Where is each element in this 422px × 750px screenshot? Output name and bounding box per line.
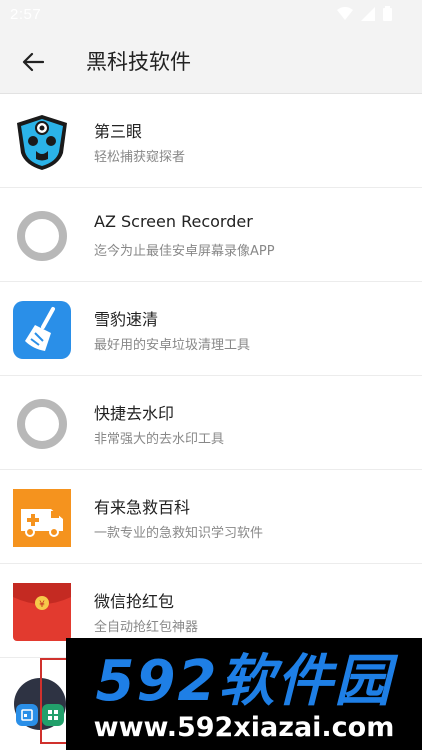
wifi-icon xyxy=(337,6,353,20)
item-title: 快捷去水印 xyxy=(94,404,175,423)
watermark-logo: 592软件园 xyxy=(96,649,399,712)
placeholder-ring-icon xyxy=(16,398,67,449)
watermark-url: www.592xiazai.com xyxy=(93,712,395,743)
red-envelope-icon: ¥ xyxy=(12,582,71,641)
item-title: AZ Screen Recorder xyxy=(94,212,253,231)
arrow-left-icon xyxy=(22,52,44,72)
site-watermark: 592软件园 www.592xiazai.com xyxy=(66,638,422,750)
page-title: 黑科技软件 xyxy=(86,50,191,74)
window-icon[interactable] xyxy=(16,704,38,726)
floating-selection-frame xyxy=(40,658,66,744)
app-icon xyxy=(12,112,71,171)
item-subtitle: 全自动抢红包神器 xyxy=(94,620,199,635)
item-subtitle: 非常强大的去水印工具 xyxy=(94,432,225,447)
list-item-watermark-remover[interactable]: 快捷去水印 非常强大的去水印工具 xyxy=(0,376,422,470)
ambulance-icon xyxy=(12,488,71,547)
list-item-snow-leopard-cleaner[interactable]: 雪豹速清 最好用的安卓垃圾清理工具 xyxy=(0,282,422,376)
app-icon xyxy=(12,394,71,453)
item-subtitle: 一款专业的急救知识学习软件 xyxy=(94,526,264,541)
item-subtitle: 迄今为止最佳安卓屏幕录像APP xyxy=(94,244,275,259)
item-subtitle: 最好用的安卓垃圾清理工具 xyxy=(94,338,251,353)
item-title: 有来急救百科 xyxy=(94,498,191,517)
app-icon xyxy=(12,300,71,359)
status-icons xyxy=(337,6,392,21)
list-item-first-aid-encyclopedia[interactable]: 有来急救百科 一款专业的急救知识学习软件 xyxy=(0,470,422,564)
placeholder-ring-icon xyxy=(16,210,67,261)
item-title: 微信抢红包 xyxy=(94,592,175,611)
status-time: 2:57 xyxy=(10,6,42,23)
svg-text:¥: ¥ xyxy=(39,600,45,610)
item-title: 雪豹速清 xyxy=(94,310,159,329)
list-item-az-screen-recorder[interactable]: AZ Screen Recorder 迄今为止最佳安卓屏幕录像APP xyxy=(0,188,422,282)
app-icon xyxy=(12,488,71,547)
item-title: 第三眼 xyxy=(94,122,143,141)
app-icon: ¥ xyxy=(12,582,71,641)
signal-icon xyxy=(361,6,375,21)
third-eye-shield-icon xyxy=(16,114,67,170)
app-bar: 黑科技软件 xyxy=(0,28,422,94)
app-list: 第三眼 轻松捕获窥探者 AZ Screen Recorder 迄今为止最佳安卓屏… xyxy=(0,94,422,658)
back-button[interactable] xyxy=(18,47,48,77)
app-icon xyxy=(12,206,71,265)
list-item-third-eye[interactable]: 第三眼 轻松捕获窥探者 xyxy=(0,94,422,188)
status-bar: 2:57 xyxy=(0,0,422,28)
svg-text:592软件园: 592软件园 xyxy=(96,649,399,712)
broom-cleaner-icon xyxy=(12,300,71,359)
item-subtitle: 轻松捕获窥探者 xyxy=(94,150,186,165)
battery-icon xyxy=(383,6,392,21)
apps-grid-icon[interactable] xyxy=(42,704,64,726)
floating-controls xyxy=(0,658,66,750)
